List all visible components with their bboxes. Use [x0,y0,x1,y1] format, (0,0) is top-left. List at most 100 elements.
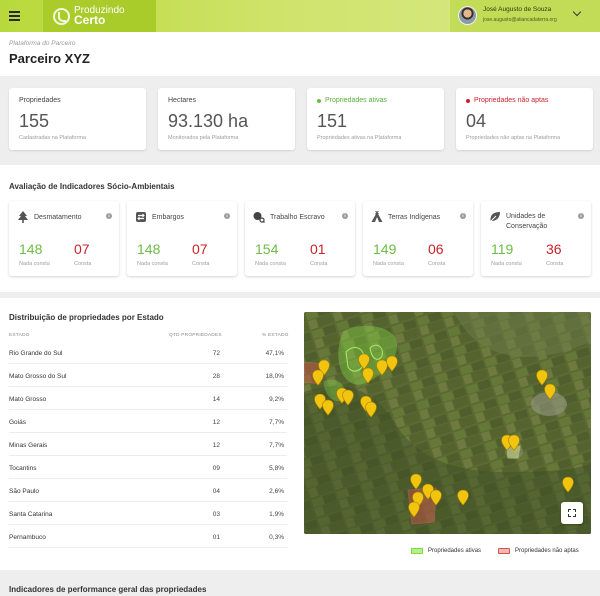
status-dot-green-icon [317,98,321,103]
chevron-down-icon[interactable] [572,7,582,17]
table-row[interactable]: Pernambuco 01 0,3% [9,526,287,548]
state-name: São Paulo [9,488,39,495]
column-header-percent[interactable]: % ESTADO [262,333,289,338]
summary-label: Propriedades ativas [325,97,387,104]
summary-card-properties: Propriedades 155 Cadastradas na Platafor… [9,88,146,150]
state-percent: 2,6% [269,488,284,495]
indicator-bad-count: 06 [428,241,444,257]
page-header: Plataforma do Parceiro Parceiro XYZ [0,32,600,76]
table-row[interactable]: Mato Grosso 14 9,2% [9,388,287,410]
indicator-label: Trabalho Escravo [270,214,325,221]
state-count: 04 [212,488,220,495]
summary-label: Propriedades [19,97,61,104]
leaf-icon [489,212,500,223]
info-icon[interactable]: i [578,213,584,219]
table-row[interactable]: Santa Catarina 03 1,9% [9,503,287,525]
indicator-bad-count: 07 [74,241,90,257]
indicator-ok-label: Nada consta [373,261,404,267]
state-percent: 0,3% [269,534,284,541]
logo-mark-icon [53,7,70,25]
tree-icon [18,211,28,223]
state-count: 72 [212,350,220,357]
table-row[interactable]: Rio Grande do Sul 72 47,1% [9,342,287,364]
summary-value: 155 [19,111,50,131]
legend-swatch-red-icon [498,548,510,554]
user-name: José Augusto de Souza [483,6,552,13]
indicator-ok-count: 148 [19,241,43,257]
legend-swatch-green-icon [411,548,423,554]
legend-item-active: Propriedades ativas [411,548,481,554]
state-percent: 1,9% [269,511,284,518]
state-name: Minas Gerais [9,442,48,449]
user-menu[interactable]: José Augusto de Souza jose.augusto@alian… [450,0,600,32]
performance-title: Indicadores de performance geral das pro… [9,585,207,594]
indicator-bad-label: Consta [428,261,446,267]
indicator-ok-label: Nada consta [137,261,168,267]
state-name: Goiás [9,419,26,426]
top-bar: Produzindo Certo José Augusto de Souza j… [0,0,600,32]
state-name: Tocantins [9,465,37,472]
chain-icon [253,212,265,223]
indicator-bad-label: Consta [310,261,328,267]
summary-subtitle: Cadastradas na Plataforma [19,135,86,141]
table-row[interactable]: Goiás 12 7,7% [9,411,287,433]
column-header-state[interactable]: ESTADO [9,333,30,338]
info-icon[interactable]: i [342,213,348,219]
indicator-label: Desmatamento [34,214,82,221]
indicator-card-deforestation[interactable]: Desmatamento i 148 07 Nada consta Consta [9,201,119,276]
state-count: 12 [212,442,220,449]
state-name: Rio Grande do Sul [9,350,63,357]
app-logo[interactable]: Produzindo Certo [43,0,156,32]
breadcrumb[interactable]: Plataforma do Parceiro [9,40,75,47]
state-percent: 5,8% [269,465,284,472]
state-percent: 9,2% [269,396,284,403]
state-count: 12 [212,419,220,426]
fullscreen-icon[interactable] [561,502,583,524]
logo-line2: Certo [74,13,106,28]
indicator-label: Unidades de Conservação [506,213,548,230]
indicator-card-embargoes[interactable]: Embargos i 148 07 Nada consta Consta [127,201,237,276]
state-percent: 47,1% [265,350,284,357]
state-percent: 7,7% [269,442,284,449]
indicator-card-indigenous-lands[interactable]: Terras Indígenas i 149 06 Nada consta Co… [363,201,473,276]
indicator-bad-label: Consta [546,261,564,267]
indicator-bad-count: 07 [192,241,208,257]
summary-label: Propriedades não aptas [474,97,549,104]
info-icon[interactable]: i [106,213,112,219]
summary-value: 04 [466,111,487,131]
page-title: Parceiro XYZ [9,51,90,66]
indicator-bad-label: Consta [192,261,210,267]
indicator-ok-count: 154 [255,241,279,257]
hamburger-menu-icon[interactable] [9,9,21,21]
tent-icon [371,211,383,222]
state-percent: 18,0% [265,373,284,380]
legend-label: Propriedades não aptas [515,548,579,554]
state-count: 28 [212,373,220,380]
avatar [458,6,477,25]
indicator-ok-count: 119 [491,241,514,257]
table-row[interactable]: Mato Grosso do Sul 28 18,0% [9,365,287,387]
column-header-count[interactable]: QTD PROPRIEDADES [169,333,222,338]
indicator-card-conservation-units[interactable]: Unidades de Conservação i 119 36 Nada co… [481,201,591,276]
summary-subtitle: Propriedades não aptas na Plataforma [466,135,561,141]
info-icon[interactable]: i [224,213,230,219]
indicator-bad-label: Consta [74,261,92,267]
indicator-card-slave-labor[interactable]: Trabalho Escravo i 154 01 Nada consta Co… [245,201,355,276]
user-email: jose.augusto@aliancadaterra.org [483,17,557,23]
summary-value: 151 [317,111,348,131]
info-icon[interactable]: i [460,213,466,219]
indicator-label: Terras Indígenas [388,214,441,221]
table-row[interactable]: Minas Gerais 12 7,7% [9,434,287,456]
state-percent: 7,7% [269,419,284,426]
table-row[interactable]: Tocantins 09 5,8% [9,457,287,479]
table-row[interactable]: São Paulo 04 2,6% [9,480,287,502]
summary-subtitle: Monitorados pela Plataforma [168,135,239,141]
state-count: 14 [212,396,220,403]
state-name: Mato Grosso do Sul [9,373,67,380]
indicator-ok-label: Nada consta [491,261,522,267]
state-name: Santa Catarina [9,511,53,518]
distribution-title: Distribuição de propriedades por Estado [9,313,164,322]
summary-card-unfit: Propriedades não aptas 04 Propriedades n… [456,88,593,150]
properties-map[interactable] [304,312,591,534]
indicator-ok-count: 148 [137,241,161,257]
